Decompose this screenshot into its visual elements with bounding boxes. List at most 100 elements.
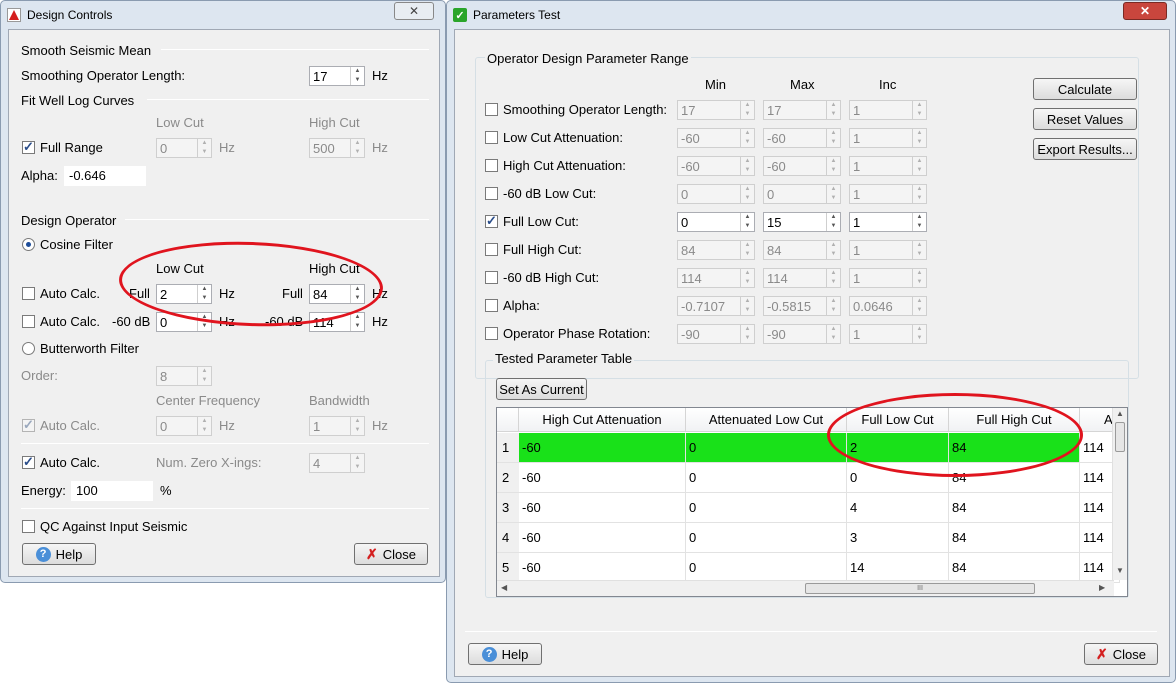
spin-down-icon[interactable]: ▼: [827, 334, 840, 343]
param-inc-spinner[interactable]: 1 ▲ ▼: [849, 268, 927, 288]
scroll-left-icon[interactable]: ◀: [501, 583, 507, 592]
smoothing-length-spinner[interactable]: 17 ▲ ▼: [309, 66, 365, 86]
spin-up-icon[interactable]: ▲: [913, 269, 926, 278]
spin-up-icon[interactable]: ▲: [741, 325, 754, 334]
qc-checkbox[interactable]: [22, 520, 35, 533]
scroll-up-icon[interactable]: ▲: [1116, 409, 1124, 418]
param-checkbox[interactable]: [485, 187, 498, 200]
table-column-header[interactable]: Attenuated Low Cut: [686, 408, 847, 432]
param-inc-spinner[interactable]: 1 ▲ ▼: [849, 184, 927, 204]
spin-up-icon[interactable]: ▲: [827, 101, 840, 110]
spin-down-icon[interactable]: ▼: [741, 306, 754, 315]
spin-down-icon[interactable]: ▼: [913, 166, 926, 175]
spin-up-icon[interactable]: ▲: [351, 417, 364, 426]
parameters-test-titlebar[interactable]: ✓ Parameters Test: [447, 1, 1175, 29]
spin-up-icon[interactable]: ▲: [741, 213, 754, 222]
spin-down-icon[interactable]: ▼: [198, 376, 211, 385]
spin-down-icon[interactable]: ▼: [198, 148, 211, 157]
param-checkbox[interactable]: [485, 131, 498, 144]
spin-down-icon[interactable]: ▼: [351, 322, 364, 331]
close-button[interactable]: ✗ Close: [354, 543, 428, 565]
full-range-low-spinner[interactable]: 0 ▲ ▼: [156, 138, 212, 158]
spin-down-icon[interactable]: ▼: [827, 222, 840, 231]
spin-up-icon[interactable]: ▲: [741, 185, 754, 194]
spin-down-icon[interactable]: ▼: [913, 110, 926, 119]
param-checkbox[interactable]: [485, 213, 498, 229]
param-max-spinner[interactable]: 17 ▲ ▼: [763, 100, 841, 120]
spin-down-icon[interactable]: ▼: [913, 222, 926, 231]
param-max-spinner[interactable]: -0.5815 ▲ ▼: [763, 296, 841, 316]
param-checkbox[interactable]: [485, 271, 498, 284]
spin-down-icon[interactable]: ▼: [827, 278, 840, 287]
design-controls-titlebar[interactable]: Design Controls: [1, 1, 445, 29]
param-max-spinner[interactable]: 15 ▲ ▼: [763, 212, 841, 232]
order-spinner[interactable]: 8 ▲ ▼: [156, 366, 212, 386]
spin-down-icon[interactable]: ▼: [913, 194, 926, 203]
spin-up-icon[interactable]: ▲: [351, 454, 364, 463]
scroll-down-icon[interactable]: ▼: [1116, 566, 1124, 575]
spin-up-icon[interactable]: ▲: [741, 241, 754, 250]
help-button[interactable]: ? Help: [22, 543, 96, 565]
export-results-button[interactable]: Export Results...: [1033, 138, 1137, 160]
spin-up-icon[interactable]: ▲: [351, 67, 364, 76]
param-inc-spinner[interactable]: 1 ▲ ▼: [849, 156, 927, 176]
energy-auto-calc-checkbox[interactable]: [22, 454, 35, 470]
spin-up-icon[interactable]: ▲: [827, 297, 840, 306]
center-frequency-spinner[interactable]: 0 ▲ ▼: [156, 416, 212, 436]
spin-down-icon[interactable]: ▼: [741, 278, 754, 287]
spin-up-icon[interactable]: ▲: [827, 129, 840, 138]
param-checkbox[interactable]: [485, 299, 498, 312]
spin-down-icon[interactable]: ▼: [827, 306, 840, 315]
param-min-spinner[interactable]: 114 ▲ ▼: [677, 268, 755, 288]
spin-up-icon[interactable]: ▲: [827, 269, 840, 278]
help-button[interactable]: ? Help: [468, 643, 542, 665]
param-max-spinner[interactable]: -60 ▲ ▼: [763, 156, 841, 176]
spin-up-icon[interactable]: ▲: [198, 367, 211, 376]
param-min-spinner[interactable]: 0 ▲ ▼: [677, 184, 755, 204]
spin-up-icon[interactable]: ▲: [827, 241, 840, 250]
scroll-thumb[interactable]: III: [805, 583, 1035, 594]
spin-up-icon[interactable]: ▲: [913, 101, 926, 110]
spin-up-icon[interactable]: ▲: [741, 269, 754, 278]
calculate-button[interactable]: Calculate: [1033, 78, 1137, 100]
auto-calc-full-checkbox[interactable]: [22, 287, 35, 300]
param-max-spinner[interactable]: -90 ▲ ▼: [763, 324, 841, 344]
spin-up-icon[interactable]: ▲: [827, 325, 840, 334]
spin-down-icon[interactable]: ▼: [198, 322, 211, 331]
spin-up-icon[interactable]: ▲: [741, 297, 754, 306]
param-max-spinner[interactable]: 84 ▲ ▼: [763, 240, 841, 260]
window-close-button[interactable]: ✕: [1123, 2, 1167, 20]
vertical-scrollbar[interactable]: ▲ ▼: [1112, 408, 1127, 580]
window-close-button[interactable]: ✕: [394, 2, 434, 20]
num-zero-xings-spinner[interactable]: 4 ▲ ▼: [309, 453, 365, 473]
full-range-checkbox[interactable]: [22, 139, 35, 155]
param-inc-spinner[interactable]: 1 ▲ ▼: [849, 212, 927, 232]
spin-up-icon[interactable]: ▲: [741, 129, 754, 138]
spin-down-icon[interactable]: ▼: [741, 138, 754, 147]
spin-up-icon[interactable]: ▲: [351, 139, 364, 148]
scroll-thumb[interactable]: [1115, 422, 1125, 452]
spin-down-icon[interactable]: ▼: [741, 334, 754, 343]
spin-up-icon[interactable]: ▲: [913, 213, 926, 222]
spin-up-icon[interactable]: ▲: [198, 139, 211, 148]
spin-up-icon[interactable]: ▲: [913, 129, 926, 138]
param-inc-spinner[interactable]: 1 ▲ ▼: [849, 240, 927, 260]
spin-down-icon[interactable]: ▼: [913, 306, 926, 315]
spin-down-icon[interactable]: ▼: [741, 110, 754, 119]
param-max-spinner[interactable]: 114 ▲ ▼: [763, 268, 841, 288]
spin-down-icon[interactable]: ▼: [827, 138, 840, 147]
bandwidth-spinner[interactable]: 1 ▲ ▼: [309, 416, 365, 436]
spin-down-icon[interactable]: ▼: [741, 194, 754, 203]
param-min-spinner[interactable]: 0 ▲ ▼: [677, 212, 755, 232]
spin-up-icon[interactable]: ▲: [913, 157, 926, 166]
spin-up-icon[interactable]: ▲: [827, 185, 840, 194]
param-checkbox[interactable]: [485, 243, 498, 256]
spin-down-icon[interactable]: ▼: [913, 278, 926, 287]
butterworth-auto-calc-checkbox[interactable]: [22, 417, 35, 433]
param-checkbox[interactable]: [485, 103, 498, 116]
spin-down-icon[interactable]: ▼: [741, 250, 754, 259]
spin-up-icon[interactable]: ▲: [741, 157, 754, 166]
spin-down-icon[interactable]: ▼: [827, 194, 840, 203]
reset-values-button[interactable]: Reset Values: [1033, 108, 1137, 130]
param-inc-spinner[interactable]: 1 ▲ ▼: [849, 128, 927, 148]
